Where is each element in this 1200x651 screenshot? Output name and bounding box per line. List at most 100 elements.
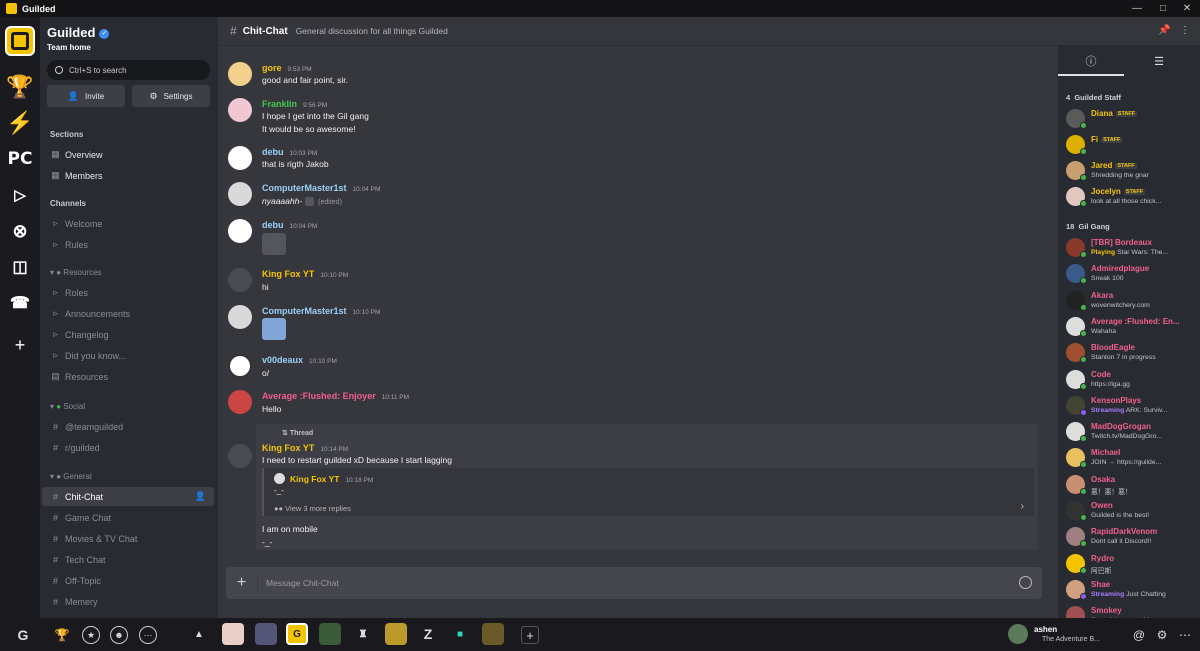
channel-off-topic[interactable]: # Off-Topic	[42, 571, 214, 590]
pin-icon[interactable]: 📌	[1158, 25, 1170, 36]
team-header[interactable]: Guilded ✓ Team home	[47, 25, 110, 52]
channel-welcome[interactable]: ▹ Welcome	[42, 214, 214, 233]
settings-button[interactable]: ⚙ Settings	[132, 85, 210, 107]
server-icon[interactable]	[385, 623, 407, 645]
channel-rules[interactable]: ▹ Rules	[42, 235, 214, 254]
member-item[interactable]: Akara wovenwitchery.com	[1066, 290, 1198, 316]
channel-memery[interactable]: # Memery	[42, 592, 214, 611]
avatar[interactable]	[228, 219, 252, 243]
playstation-icon[interactable]: ▷	[5, 180, 35, 210]
avatar[interactable]	[228, 268, 252, 292]
avatar[interactable]	[228, 305, 252, 329]
sidebar-item-members[interactable]: ▦ Members	[42, 166, 214, 185]
add-user-icon[interactable]: 👤	[195, 491, 206, 502]
add-attachment-icon[interactable]: +	[226, 574, 258, 592]
member-item[interactable]: Fi STAFF	[1066, 134, 1198, 160]
member-item[interactable]: Average :Flushed: En... Wahaha	[1066, 316, 1198, 342]
trophy-icon[interactable]: 🏆	[53, 626, 71, 644]
message-author[interactable]: debu	[262, 220, 284, 230]
server-guilded-button[interactable]	[5, 26, 35, 56]
message-author[interactable]: Average :Flushed: Enjoyer	[262, 391, 376, 401]
message-author[interactable]: ComputerMaster1st	[262, 306, 347, 316]
channel-announcements[interactable]: ▹ Announcements	[42, 304, 214, 323]
more-options-icon[interactable]: ⋯	[1176, 626, 1194, 644]
more-replies-link[interactable]: ●● View 3 more replies	[274, 504, 351, 513]
guilded-home-icon[interactable]: G	[14, 626, 32, 644]
channel-movies-tv[interactable]: # Movies & TV Chat	[42, 529, 214, 548]
member-item[interactable]: Jared STAFF Shredding the gnar	[1066, 160, 1198, 186]
channel-teamguilded[interactable]: # @teamguilded	[42, 417, 214, 436]
search-input[interactable]: Ctrl+S to search	[47, 60, 210, 80]
maximize-icon[interactable]: □	[1152, 0, 1174, 17]
member-item[interactable]: MadDogGrogan Twitch.tv/MadDogGro...	[1066, 421, 1198, 447]
member-item[interactable]: Michael JOIN → https://guilde...	[1066, 447, 1198, 473]
channel-did-you-know[interactable]: ▹ Did you know...	[42, 346, 214, 365]
avatar[interactable]	[228, 354, 252, 378]
add-server-icon[interactable]: +	[5, 330, 35, 360]
emoji-icon[interactable]	[1019, 576, 1032, 589]
channel-rguilded[interactable]: # r/guilded	[42, 438, 214, 457]
avatar[interactable]	[228, 182, 252, 206]
avatar[interactable]	[228, 390, 252, 414]
mention-icon[interactable]: @	[1130, 626, 1148, 644]
group-social[interactable]: ▾ ● Social	[50, 402, 85, 411]
star-icon[interactable]: ★	[82, 626, 100, 644]
channel-resources[interactable]: ▤ Resources	[42, 367, 214, 386]
member-item[interactable]: [TBR] Bordeaux Playing Star Wars: The...	[1066, 237, 1198, 263]
sidebar-item-overview[interactable]: ▦ Overview	[42, 145, 214, 164]
avatar[interactable]	[228, 98, 252, 122]
member-item[interactable]: Owen Guilded is the best!	[1066, 500, 1198, 526]
voice-call-icon[interactable]: ☎	[5, 288, 35, 318]
tab-thread-list[interactable]: ☰	[1126, 54, 1192, 76]
minimize-icon[interactable]: —	[1126, 0, 1148, 17]
sticker-image[interactable]	[262, 318, 286, 340]
message-author[interactable]: gore	[262, 63, 282, 73]
member-item[interactable]: Jocelyn STAFF look at all those chick...	[1066, 186, 1198, 212]
avatar[interactable]	[228, 62, 252, 86]
chat-icon[interactable]: ⋯	[139, 626, 157, 644]
add-server-icon[interactable]: +	[521, 626, 539, 644]
current-user[interactable]: ashen The Adventure B...	[1008, 624, 1118, 648]
channel-roles[interactable]: ▹ Roles	[42, 283, 214, 302]
server-icon[interactable]: Z	[417, 623, 439, 645]
thread-replies[interactable]: King Fox YT 10:18 PM -_- ●● View 3 more r…	[262, 468, 1034, 516]
server-icon[interactable]	[482, 623, 504, 645]
server-guilded-icon[interactable]: G	[286, 623, 308, 645]
chevron-right-icon[interactable]: ›	[1021, 501, 1024, 512]
avatar[interactable]	[228, 146, 252, 170]
message-author[interactable]: v00deaux	[262, 355, 303, 365]
member-item[interactable]: RapidDarkVenom Dont call it Discord!!	[1066, 526, 1198, 552]
pc-icon[interactable]: PC	[5, 144, 35, 174]
member-item[interactable]: Shae Streaming Just Chatting	[1066, 579, 1198, 605]
more-options-icon[interactable]: ⋮	[1180, 25, 1190, 36]
group-resources[interactable]: ▾ ● Resources	[50, 268, 102, 277]
group-general[interactable]: ▾ ● General	[50, 472, 92, 481]
image-attachment[interactable]	[262, 233, 286, 255]
channel-changelog[interactable]: ▹ Changelog	[42, 325, 214, 344]
channel-game-chat[interactable]: # Game Chat	[42, 508, 214, 527]
channel-chit-chat[interactable]: # Chit-Chat 👤	[42, 487, 214, 506]
nintendo-switch-icon[interactable]: ◫	[5, 252, 35, 282]
server-icon[interactable]	[222, 623, 244, 645]
trophy-icon[interactable]: 🏆	[5, 72, 35, 102]
tab-info[interactable]: ⓘ	[1058, 54, 1124, 76]
server-icon[interactable]: ♜	[352, 623, 374, 645]
invite-button[interactable]: 👤 Invite	[47, 85, 125, 107]
avatar[interactable]	[228, 444, 252, 468]
member-item[interactable]: BloodEagle Stanton 7 in progress	[1066, 342, 1198, 368]
gear-icon[interactable]: ⚙	[1153, 626, 1171, 644]
member-item[interactable]: SmokeySomething something	[1066, 605, 1198, 618]
lightning-icon[interactable]: ⚡	[5, 108, 35, 138]
member-item[interactable]: KensonPlays Streaming ARK: Surviv...	[1066, 395, 1198, 421]
member-item[interactable]: Admiredplague Sneak 100	[1066, 263, 1198, 289]
member-item[interactable]: Osaka 悪！悪！悪！	[1066, 474, 1198, 500]
message-author[interactable]: debu	[262, 147, 284, 157]
channel-tech-chat[interactable]: # Tech Chat	[42, 550, 214, 569]
message-author[interactable]: Franklin	[262, 99, 297, 109]
server-icon[interactable]: ▲	[188, 623, 210, 645]
message-composer[interactable]: + Message Chit-Chat	[226, 567, 1042, 599]
server-icon[interactable]	[255, 623, 277, 645]
close-icon[interactable]: ✕	[1176, 0, 1198, 17]
member-item[interactable]: Rydro 阿巴斯	[1066, 553, 1198, 579]
xbox-icon[interactable]: ⊗	[5, 216, 35, 246]
